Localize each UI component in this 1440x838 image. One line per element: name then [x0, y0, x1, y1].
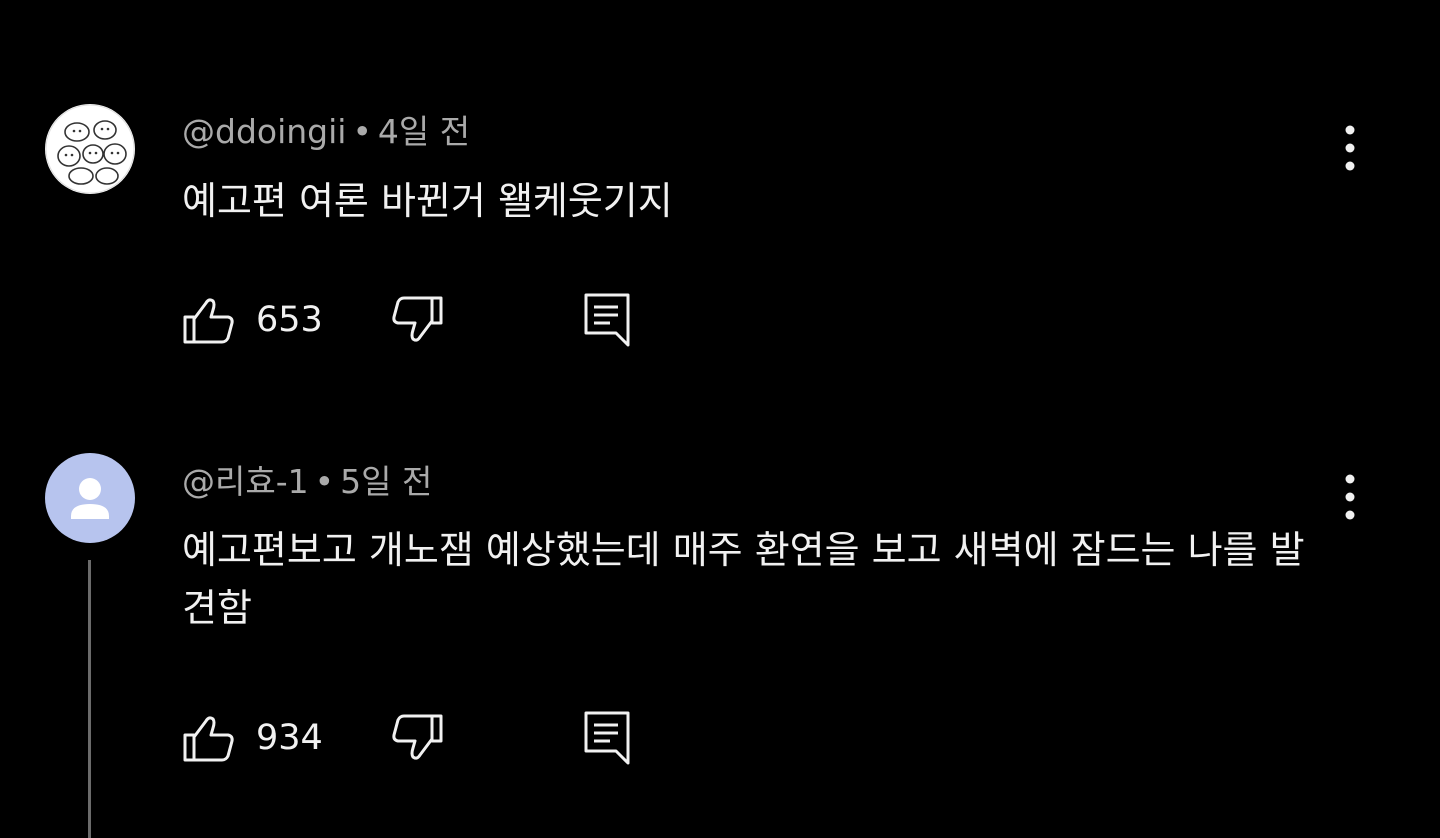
comment-timestamp[interactable]: 5일 전 [340, 462, 432, 501]
thumbs-down-icon [392, 714, 443, 760]
person-silhouette-icon [71, 478, 109, 519]
comment-meta: @리효-1 • 5일 전 [182, 462, 432, 502]
reply-comment-icon [584, 711, 630, 765]
like-count: 934 [256, 718, 323, 758]
more-options-button[interactable] [1328, 467, 1372, 527]
reply-thread-line [88, 560, 91, 838]
author-handle[interactable]: @리효-1 [182, 462, 309, 501]
more-vert-icon [1345, 474, 1355, 520]
avatar[interactable] [45, 453, 135, 543]
dislike-button[interactable] [390, 708, 444, 768]
comment-text: 예고편보고 개노잼 예상했는데 매주 환연을 보고 새벽에 잠드는 나를 발견함 [182, 528, 1305, 630]
thumbs-up-icon [183, 716, 234, 762]
reply-button[interactable] [582, 708, 632, 768]
meta-separator: • [314, 462, 335, 501]
comment-item: @리효-1 • 5일 전 예고편보고 개노잼 예상했는데 매주 환연을 보고 새벽에… [0, 0, 1440, 838]
like-button[interactable]: 934 [182, 708, 323, 768]
